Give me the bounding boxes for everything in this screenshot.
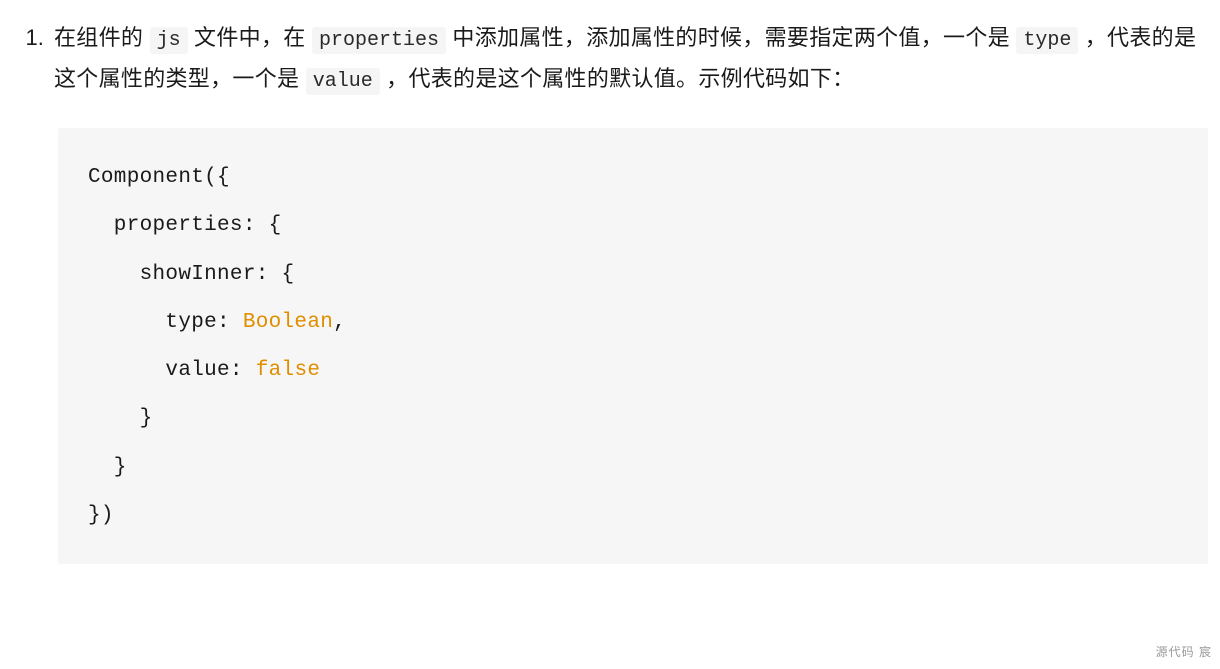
code-line: type: Boolean,: [88, 311, 346, 334]
code-block: Component({ properties: { showInner: { t…: [58, 128, 1208, 564]
watermark-text: 源代码 宸: [1156, 641, 1212, 663]
inline-code-properties: properties: [312, 27, 446, 54]
text-segment: 在组件的: [54, 25, 150, 50]
text-segment: 中添加属性，添加属性的时候，需要指定两个值，一个是: [446, 25, 1016, 50]
code-line: properties: {: [88, 214, 282, 237]
text-segment: 文件中，在: [188, 25, 312, 50]
text-segment: ，代表的是这个属性的默认值。示例代码如下：: [380, 66, 855, 91]
inline-code-js: js: [150, 27, 188, 54]
code-line: Component({: [88, 166, 230, 189]
paragraph-text: 在组件的 js 文件中，在 properties 中添加属性，添加属性的时候，需…: [54, 25, 1196, 91]
code-literal-false: false: [256, 359, 321, 382]
inline-code-value: value: [306, 68, 380, 95]
code-line: }): [88, 504, 114, 527]
code-line: value: false: [88, 359, 320, 382]
inline-code-type: type: [1016, 27, 1078, 54]
code-keyword-boolean: Boolean: [243, 311, 333, 334]
code-line: showInner: {: [88, 263, 294, 286]
code-line: }: [88, 456, 127, 479]
code-line: }: [88, 407, 153, 430]
list-item-1: 在组件的 js 文件中，在 properties 中添加属性，添加属性的时候，需…: [50, 18, 1210, 564]
ordered-list: 在组件的 js 文件中，在 properties 中添加属性，添加属性的时候，需…: [10, 18, 1210, 564]
